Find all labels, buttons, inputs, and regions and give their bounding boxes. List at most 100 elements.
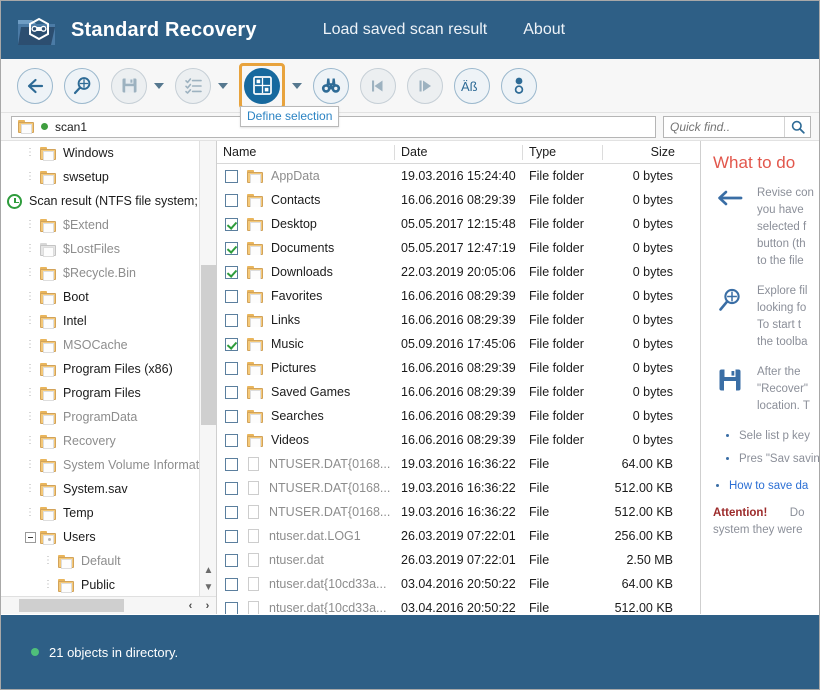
row-checkbox[interactable] [225, 433, 238, 447]
how-to-save-data-link[interactable]: How to save da [729, 480, 808, 492]
cell-type: File folder [529, 265, 584, 279]
tree-item-label: Boot [63, 290, 89, 304]
tree-item-scan-result-ntfs-file-system-81-67-g[interactable]: Scan result (NTFS file system; 81.67 G [1, 189, 199, 213]
row-checkbox[interactable] [225, 553, 238, 567]
tree-item-lostfiles[interactable]: ⋮ $LostFiles [1, 237, 199, 261]
tree-scroll-thumb[interactable] [201, 265, 216, 425]
tree-item-users[interactable]: Users [1, 525, 199, 549]
save-dropdown-caret[interactable] [154, 82, 164, 89]
table-row[interactable]: NTUSER.DAT{0168... 19.03.2016 16:36:22 Fil… [217, 452, 700, 476]
row-checkbox[interactable] [225, 481, 238, 495]
row-checkbox[interactable] [225, 505, 238, 519]
row-checkbox[interactable] [225, 241, 238, 255]
column-header-size[interactable]: Size [603, 145, 681, 160]
table-row[interactable]: Contacts 16.06.2016 08:29:39 File folder 0 … [217, 188, 700, 212]
cell-size: 512.00 KB [614, 481, 673, 495]
table-row[interactable]: Videos 16.06.2016 08:29:39 File folder 0 by… [217, 428, 700, 452]
row-checkbox[interactable] [225, 361, 238, 375]
row-checkbox[interactable] [225, 529, 238, 543]
tree-item-default[interactable]: ⋮ Default [1, 549, 199, 573]
column-header-date[interactable]: Date [395, 144, 523, 160]
search-input[interactable] [664, 118, 784, 135]
define-selection-dropdown-caret[interactable] [292, 82, 302, 89]
tree-item-temp[interactable]: ⋮ Temp [1, 501, 199, 525]
tree-horizontal-scrollbar[interactable]: ‹ › [1, 596, 216, 614]
tree-item-swsetup[interactable]: ⋮ swsetup [1, 165, 199, 189]
tree-item-program-files[interactable]: ⋮ Program Files [1, 381, 199, 405]
search-button[interactable] [784, 116, 810, 137]
tree-item-intel[interactable]: ⋮ Intel [1, 309, 199, 333]
tree-hscroll-right-arrow[interactable]: › [199, 597, 216, 614]
tree-item-recovery[interactable]: ⋮ Recovery [1, 429, 199, 453]
define-selection-button[interactable] [244, 67, 280, 104]
row-checkbox[interactable] [225, 169, 238, 183]
menu-load-saved-scan-result[interactable]: Load saved scan result [323, 21, 488, 39]
tree-item-program-files-x86[interactable]: ⋮ Program Files (x86) [1, 357, 199, 381]
back-button[interactable] [17, 67, 53, 104]
table-row[interactable]: Downloads 22.03.2019 20:05:06 File folder 0… [217, 260, 700, 284]
tree-vertical-scrollbar[interactable]: ▲ ▼ [199, 141, 216, 596]
table-row[interactable]: NTUSER.DAT{0168... 19.03.2016 16:36:22 Fil… [217, 500, 700, 524]
tree-scroll-down-arrow[interactable]: ▼ [200, 579, 216, 596]
tree-item-recycle-bin[interactable]: ⋮ $Recycle.Bin [1, 261, 199, 285]
file-list-rows: AppData 19.03.2016 15:24:40 File folder 0 b… [217, 164, 700, 614]
tree-item-extend[interactable]: ⋮ $Extend [1, 213, 199, 237]
previous-button[interactable] [360, 67, 396, 104]
table-row[interactable]: ntuser.dat{10cd33a... 03.04.2016 20:50:22… [217, 572, 700, 596]
row-checkbox[interactable] [225, 217, 238, 231]
folder-hexagon-logo-icon [18, 17, 55, 45]
scan-button[interactable] [64, 67, 100, 104]
menu-about[interactable]: About [523, 21, 565, 39]
tree-item-system-volume-information[interactable]: ⋮ System Volume Information [1, 453, 199, 477]
tree-item-boot[interactable]: ⋮ Boot [1, 285, 199, 309]
row-checkbox[interactable] [225, 409, 238, 423]
row-checkbox[interactable] [225, 289, 238, 303]
tree-hscroll-thumb[interactable] [19, 599, 124, 612]
tree-collapse-toggle[interactable] [25, 531, 36, 543]
row-checkbox[interactable] [225, 457, 238, 471]
tree-dots: ⋮ [25, 435, 36, 446]
column-header-name[interactable]: Name [217, 144, 395, 160]
table-row[interactable]: Pictures 16.06.2016 08:29:39 File folder 0 … [217, 356, 700, 380]
tree-item-programdata[interactable]: ⋮ ProgramData [1, 405, 199, 429]
tree-item-system-sav[interactable]: ⋮ System.sav [1, 477, 199, 501]
folder-icon [40, 482, 56, 497]
tree-item-public[interactable]: ⋮ Public [1, 573, 199, 596]
row-checkbox[interactable] [225, 193, 238, 207]
table-row[interactable]: Documents 05.05.2017 12:47:19 File folder 0… [217, 236, 700, 260]
table-row[interactable]: ntuser.dat 26.03.2019 07:22:01 File 2.50 MB [217, 548, 700, 572]
tree-scroll-up-arrow[interactable]: ▲ [200, 562, 216, 579]
table-row[interactable]: Searches 16.06.2016 08:29:39 File folder 0 … [217, 404, 700, 428]
cell-size: 0 bytes [632, 409, 673, 423]
row-checkbox[interactable] [225, 577, 238, 591]
tree-item-msocache[interactable]: ⋮ MSOCache [1, 333, 199, 357]
table-row[interactable]: ntuser.dat{10cd33a... 03.04.2016 20:50:22… [217, 596, 700, 614]
help-text-save: After the "Recover" location. T [757, 366, 810, 412]
settings-button[interactable] [501, 67, 537, 104]
table-row[interactable]: ntuser.dat.LOG1 26.03.2019 07:22:01 File 25… [217, 524, 700, 548]
table-row[interactable]: AppData 19.03.2016 15:24:40 File folder 0 b… [217, 164, 700, 188]
save-button[interactable] [111, 67, 147, 104]
list-options-button[interactable] [175, 67, 211, 104]
folder-tree-list: ⋮ Windows ⋮ swsetup Scan result (NTFS file s… [1, 141, 199, 596]
row-checkbox[interactable] [225, 337, 238, 351]
find-button[interactable] [313, 67, 349, 104]
row-checkbox[interactable] [225, 601, 238, 614]
tree-hscroll-left-arrow[interactable]: ‹ [182, 597, 199, 614]
row-checkbox[interactable] [225, 313, 238, 327]
row-checkbox[interactable] [225, 385, 238, 399]
table-row[interactable]: Links 16.06.2016 08:29:39 File folder 0 byt… [217, 308, 700, 332]
table-row[interactable]: Favorites 16.06.2016 08:29:39 File folder 0… [217, 284, 700, 308]
table-row[interactable]: Saved Games 16.06.2016 08:29:39 File folde… [217, 380, 700, 404]
next-button[interactable] [407, 67, 443, 104]
row-checkbox[interactable] [225, 265, 238, 279]
table-row[interactable]: Music 05.09.2016 17:45:06 File folder 0 byt… [217, 332, 700, 356]
table-row[interactable]: Desktop 05.05.2017 12:15:48 File folder 0 b… [217, 212, 700, 236]
column-header-type[interactable]: Type [523, 144, 603, 160]
cell-name: ntuser.dat.LOG1 [247, 529, 395, 543]
tree-item-windows[interactable]: ⋮ Windows [1, 141, 199, 165]
encoding-button[interactable]: Äß [454, 67, 490, 104]
list-options-dropdown-caret[interactable] [218, 82, 228, 89]
tree-dots: ⋮ [25, 243, 36, 254]
table-row[interactable]: NTUSER.DAT{0168... 19.03.2016 16:36:22 Fil… [217, 476, 700, 500]
